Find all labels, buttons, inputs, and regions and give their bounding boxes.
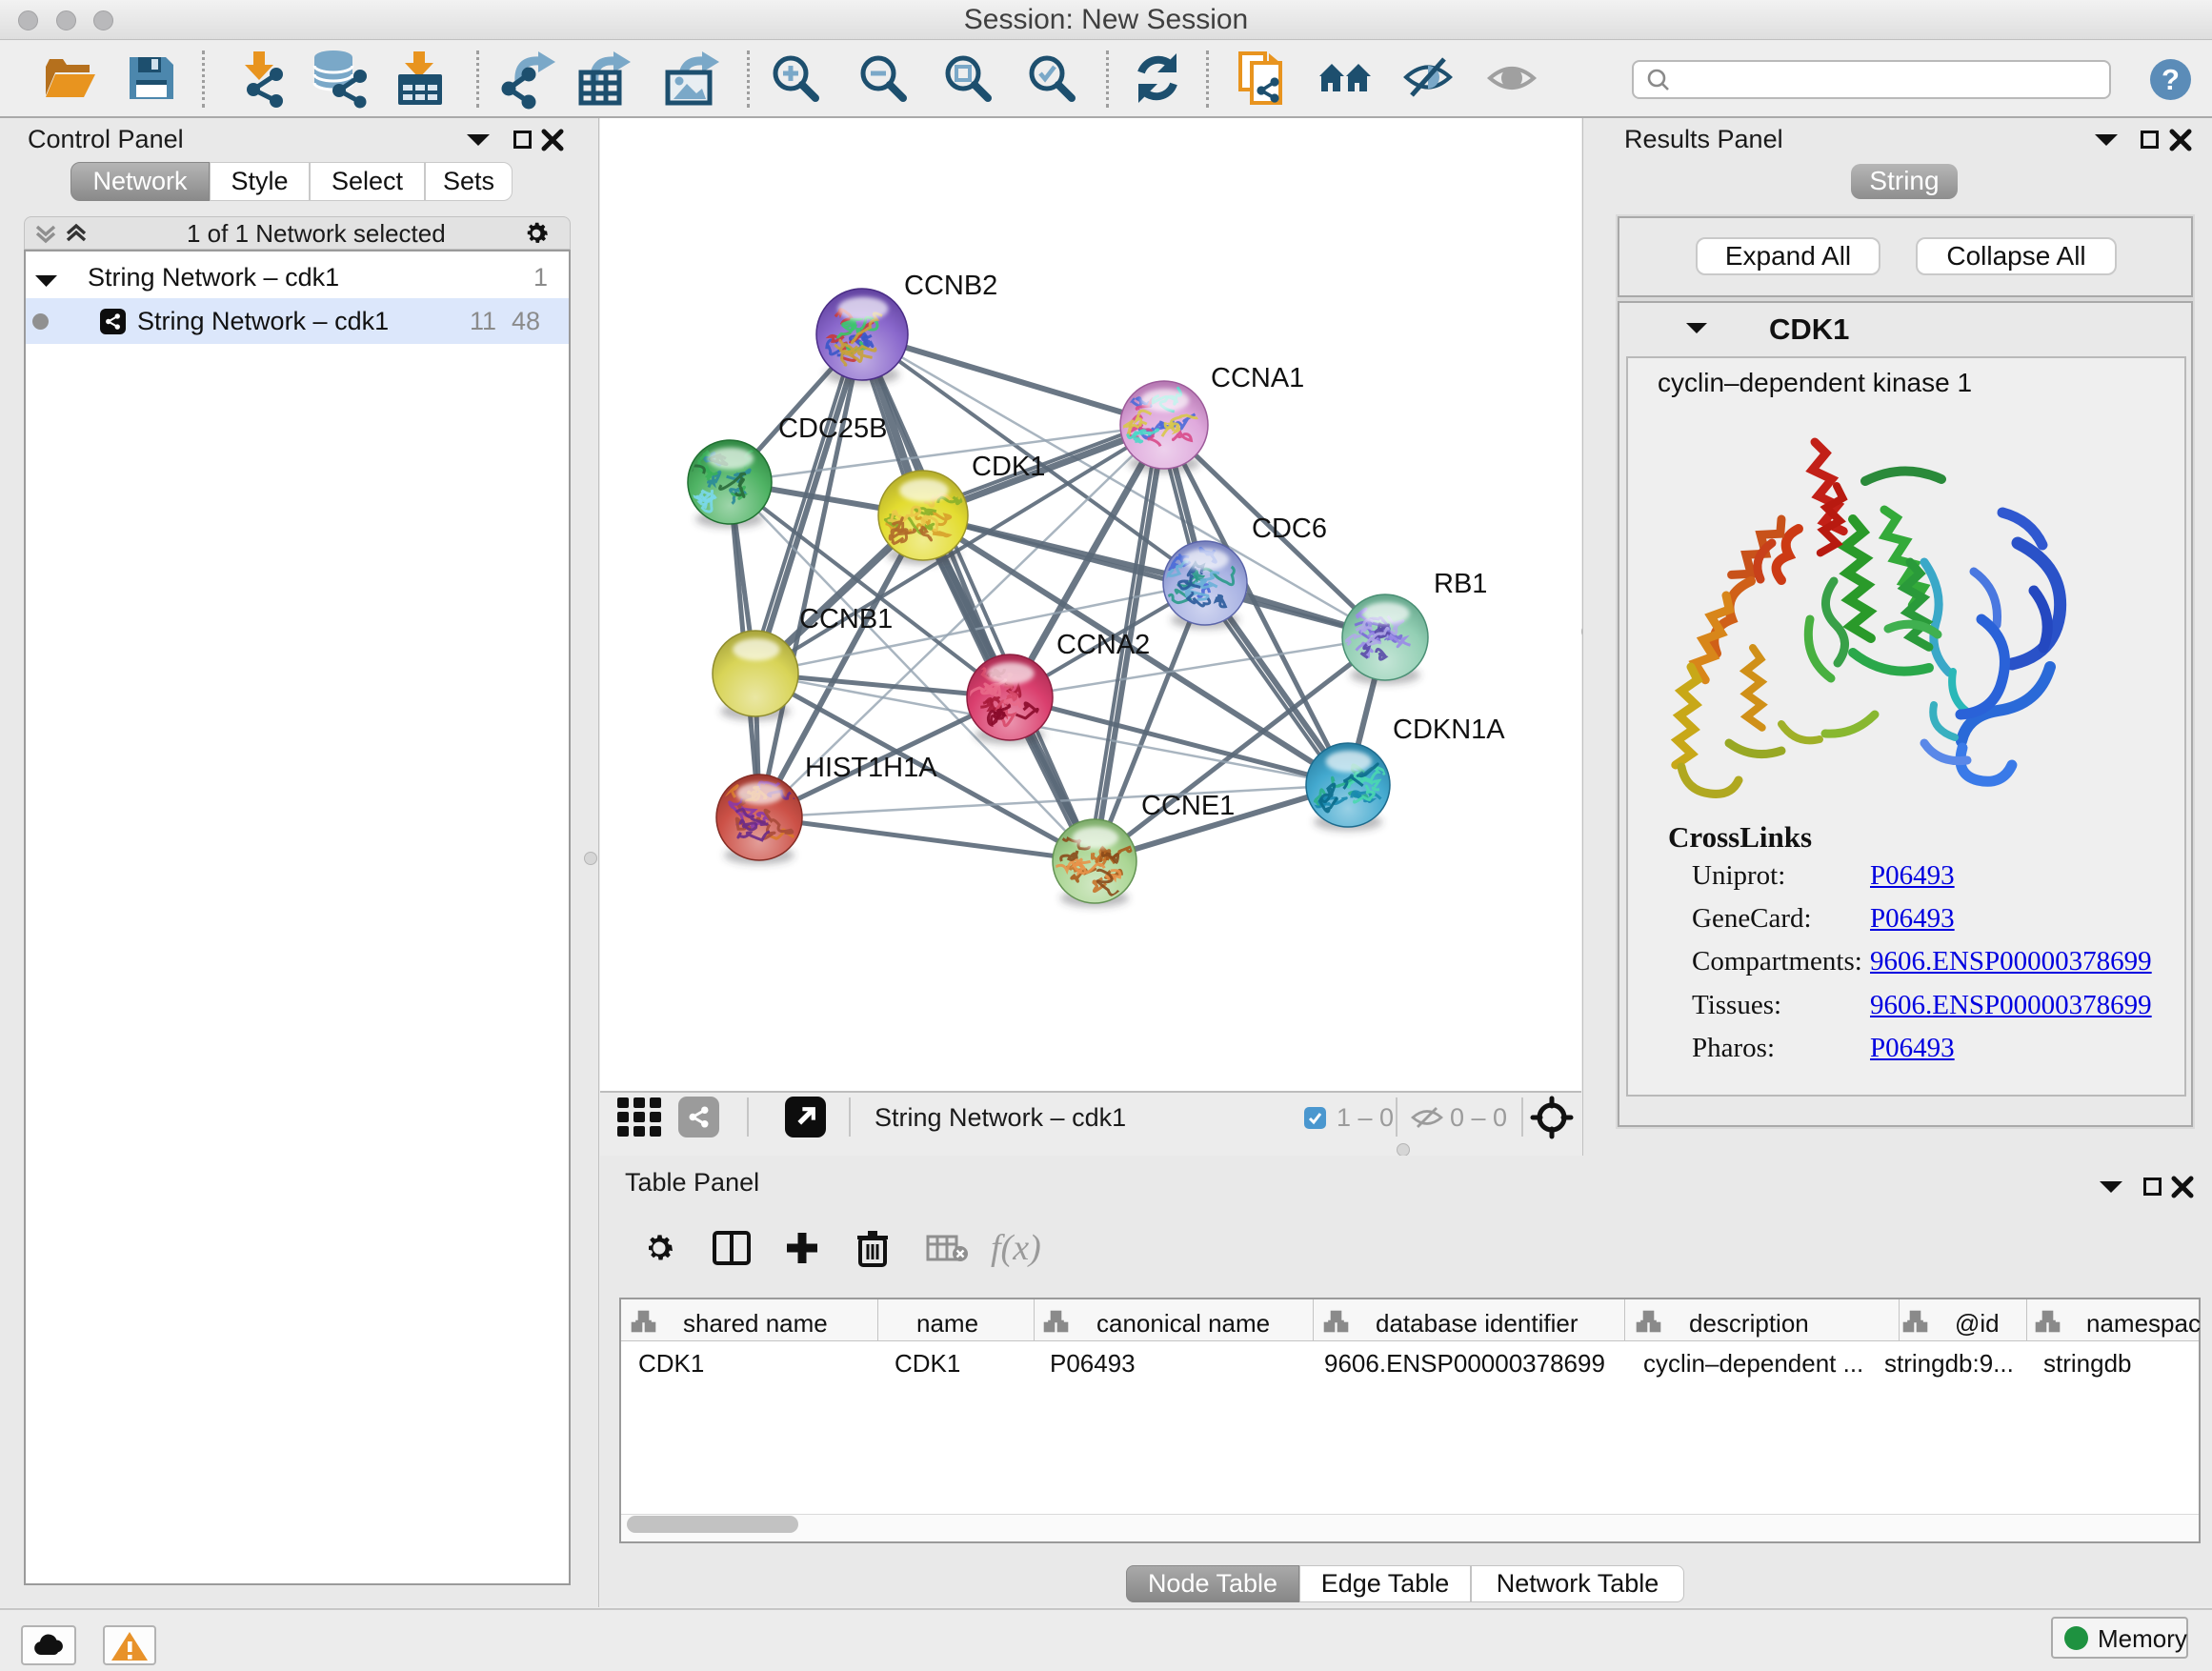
svg-text:RB1: RB1 bbox=[1434, 569, 1487, 599]
svg-text:CCNA2: CCNA2 bbox=[1056, 630, 1150, 660]
svg-text:CCNA1: CCNA1 bbox=[1211, 363, 1304, 393]
svg-text:CCNB2: CCNB2 bbox=[904, 271, 997, 301]
svg-text:CDK1: CDK1 bbox=[972, 452, 1045, 482]
svg-text:CDC25B: CDC25B bbox=[778, 413, 887, 444]
svg-text:CDC6: CDC6 bbox=[1252, 513, 1327, 544]
svg-text:HIST1H1A: HIST1H1A bbox=[805, 753, 937, 783]
svg-text:CCNB1: CCNB1 bbox=[799, 604, 893, 634]
svg-text:CDKN1A: CDKN1A bbox=[1393, 715, 1505, 745]
svg-text:CCNE1: CCNE1 bbox=[1141, 791, 1235, 821]
